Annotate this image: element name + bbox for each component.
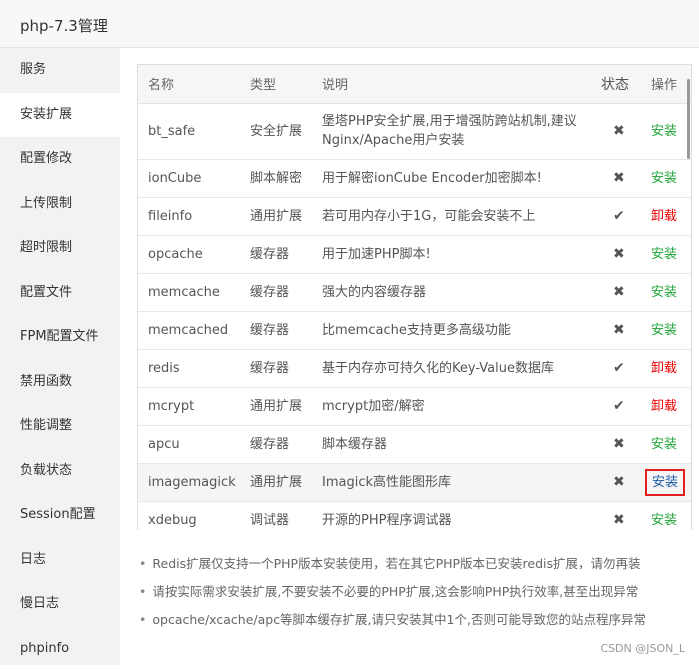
ext-desc: 脚本缓存器 (312, 425, 601, 463)
ext-name: ionCube (138, 159, 240, 197)
ext-name: redis (138, 349, 240, 387)
check-icon: ✔ (601, 387, 641, 425)
cross-icon: ✖ (601, 103, 641, 159)
table-row: bt_safe 安全扩展 堡塔PHP安全扩展,用于增强防跨站机制,建议Nginx… (138, 103, 691, 159)
ext-desc: 若可用内存小于1G，可能会安装不上 (312, 197, 601, 235)
note-item: opcache/xcache/apc等脚本缓存扩展,请只安装其中1个,否则可能导… (139, 606, 692, 634)
sidebar-item[interactable]: 服务 (0, 48, 120, 93)
ext-desc: 用于解密ionCube Encoder加密脚本! (312, 159, 601, 197)
ext-name: mcrypt (138, 387, 240, 425)
sidebar-item[interactable]: 负载状态 (0, 449, 120, 494)
header-desc: 说明 (312, 65, 601, 103)
ext-type: 通用扩展 (240, 197, 312, 235)
ext-name: memcache (138, 273, 240, 311)
install-button[interactable]: 安装 (651, 124, 677, 139)
ext-desc: 堡塔PHP安全扩展,用于增强防跨站机制,建议Nginx/Apache用户安装 (312, 103, 601, 159)
table-row: memcached 缓存器 比memcache支持更多高级功能 ✖ 安装 (138, 311, 691, 349)
install-button[interactable]: 安装 (651, 513, 677, 528)
sidebar: 服务安装扩展配置修改上传限制超时限制配置文件FPM配置文件禁用函数性能调整负载状… (0, 48, 120, 665)
ext-desc: Imagick高性能图形库 (312, 463, 601, 501)
cross-icon: ✖ (601, 311, 641, 349)
note-item: Redis扩展仅支持一个PHP版本安装使用，若在其它PHP版本已安装redis扩… (139, 550, 692, 578)
install-button[interactable]: 安装 (651, 285, 677, 300)
table-row: opcache 缓存器 用于加速PHP脚本! ✖ 安装 (138, 235, 691, 273)
install-button[interactable]: 安装 (651, 247, 677, 262)
sidebar-item[interactable]: FPM配置文件 (0, 315, 120, 360)
uninstall-button[interactable]: 卸载 (651, 399, 677, 414)
table-row: xdebug 调试器 开源的PHP程序调试器 ✖ 安装 (138, 501, 691, 530)
uninstall-button[interactable]: 卸载 (651, 361, 677, 376)
header-action: 操作 (641, 65, 691, 103)
ext-name: imagemagick (138, 463, 240, 501)
table-row: mcrypt 通用扩展 mcrypt加密/解密 ✔ 卸载 (138, 387, 691, 425)
scrollbar[interactable] (687, 79, 690, 159)
ext-name: fileinfo (138, 197, 240, 235)
sidebar-item[interactable]: 上传限制 (0, 182, 120, 227)
sidebar-item[interactable]: 日志 (0, 538, 120, 583)
sidebar-item[interactable]: Session配置 (0, 493, 120, 538)
ext-desc: 基于内存亦可持久化的Key-Value数据库 (312, 349, 601, 387)
sidebar-item[interactable]: 配置文件 (0, 271, 120, 316)
table-header: 名称 类型 说明 状态 操作 (138, 65, 691, 103)
check-icon: ✔ (601, 197, 641, 235)
table-row: apcu 缓存器 脚本缓存器 ✖ 安装 (138, 425, 691, 463)
ext-desc: 开源的PHP程序调试器 (312, 501, 601, 530)
ext-type: 缓存器 (240, 425, 312, 463)
ext-type: 缓存器 (240, 311, 312, 349)
cross-icon: ✖ (601, 501, 641, 530)
table-row: imagemagick 通用扩展 Imagick高性能图形库 ✖ 安装 (138, 463, 691, 501)
cross-icon: ✖ (601, 273, 641, 311)
header-name: 名称 (138, 65, 240, 103)
window-title: php-7.3管理 (0, 0, 699, 48)
install-button[interactable]: 安装 (651, 437, 677, 452)
sidebar-item[interactable]: 安装扩展 (0, 93, 120, 138)
sidebar-item[interactable]: phpinfo (0, 627, 120, 671)
ext-type: 脚本解密 (240, 159, 312, 197)
ext-name: xdebug (138, 501, 240, 530)
cross-icon: ✖ (601, 159, 641, 197)
extensions-table-container: 名称 类型 说明 状态 操作 bt_safe 安全扩展 堡塔PHP安全扩展,用于… (137, 64, 692, 530)
ext-desc: mcrypt加密/解密 (312, 387, 601, 425)
install-button[interactable]: 安装 (651, 475, 679, 490)
sidebar-item[interactable]: 配置修改 (0, 137, 120, 182)
ext-desc: 用于加速PHP脚本! (312, 235, 601, 273)
ext-name: memcached (138, 311, 240, 349)
ext-type: 通用扩展 (240, 387, 312, 425)
table-row: redis 缓存器 基于内存亦可持久化的Key-Value数据库 ✔ 卸载 (138, 349, 691, 387)
ext-type: 通用扩展 (240, 463, 312, 501)
check-icon: ✔ (601, 349, 641, 387)
note-item: 请按实际需求安装扩展,不要安装不必要的PHP扩展,这会影响PHP执行效率,甚至出… (139, 578, 692, 606)
sidebar-item[interactable]: 慢日志 (0, 582, 120, 627)
ext-name: apcu (138, 425, 240, 463)
ext-type: 调试器 (240, 501, 312, 530)
header-status: 状态 (601, 65, 641, 103)
table-row: fileinfo 通用扩展 若可用内存小于1G，可能会安装不上 ✔ 卸载 (138, 197, 691, 235)
ext-type: 缓存器 (240, 273, 312, 311)
cross-icon: ✖ (601, 235, 641, 273)
sidebar-item[interactable]: 禁用函数 (0, 360, 120, 405)
ext-desc: 强大的内容缓存器 (312, 273, 601, 311)
install-button[interactable]: 安装 (651, 171, 677, 186)
extensions-table: 名称 类型 说明 状态 操作 bt_safe 安全扩展 堡塔PHP安全扩展,用于… (138, 65, 691, 530)
notes-list: Redis扩展仅支持一个PHP版本安装使用，若在其它PHP版本已安装redis扩… (137, 550, 692, 634)
table-row: ionCube 脚本解密 用于解密ionCube Encoder加密脚本! ✖ … (138, 159, 691, 197)
uninstall-button[interactable]: 卸载 (651, 209, 677, 224)
table-row: memcache 缓存器 强大的内容缓存器 ✖ 安装 (138, 273, 691, 311)
cross-icon: ✖ (601, 425, 641, 463)
cross-icon: ✖ (601, 463, 641, 501)
ext-name: opcache (138, 235, 240, 273)
ext-name: bt_safe (138, 103, 240, 159)
ext-type: 缓存器 (240, 349, 312, 387)
ext-desc: 比memcache支持更多高级功能 (312, 311, 601, 349)
sidebar-item[interactable]: 性能调整 (0, 404, 120, 449)
extensions-panel: 名称 类型 说明 状态 操作 bt_safe 安全扩展 堡塔PHP安全扩展,用于… (137, 64, 692, 634)
install-button[interactable]: 安装 (651, 323, 677, 338)
ext-type: 安全扩展 (240, 103, 312, 159)
watermark: CSDN @JSON_L (600, 642, 685, 655)
ext-type: 缓存器 (240, 235, 312, 273)
sidebar-item[interactable]: 超时限制 (0, 226, 120, 271)
header-type: 类型 (240, 65, 312, 103)
